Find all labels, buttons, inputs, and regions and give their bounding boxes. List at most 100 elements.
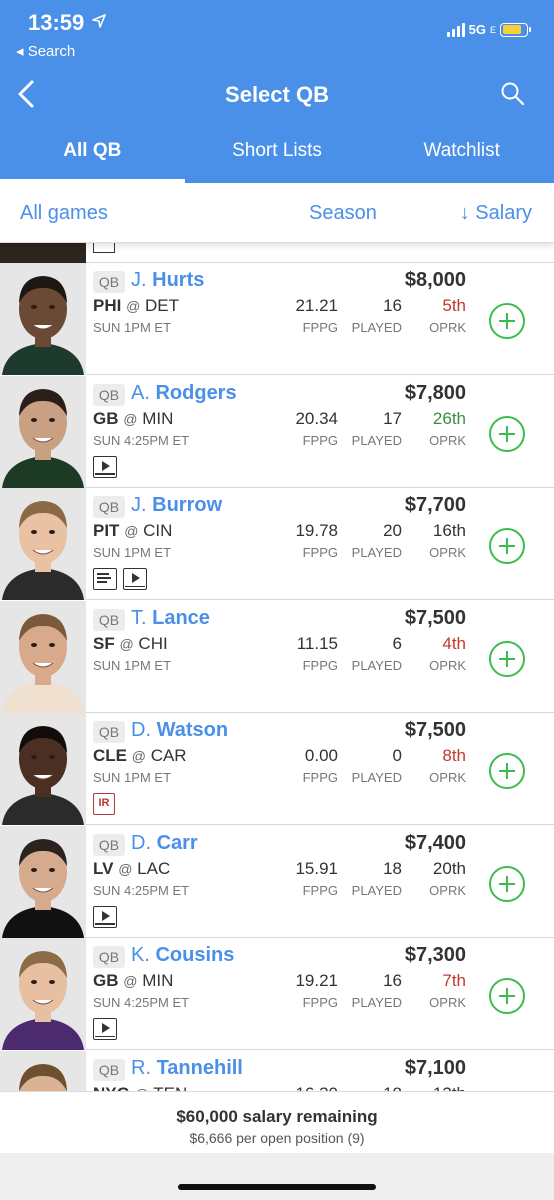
matchup: GB @ MIN <box>93 971 173 991</box>
player-badges <box>93 455 117 478</box>
video-icon[interactable] <box>93 455 117 478</box>
player-first-initial: K. <box>131 944 150 966</box>
player-row[interactable]: QB D. Carr LV @ LAC SUN 4:25PM ET $7,400 15.9… <box>0 825 554 938</box>
played-label: PLAYED <box>351 657 402 673</box>
fppg-value: 21.21 <box>295 296 338 315</box>
video-icon[interactable] <box>123 568 147 590</box>
player-last-name: Watson <box>156 719 229 741</box>
matchup: LV @ LAC <box>93 859 170 879</box>
player-first-initial: A. <box>131 381 150 404</box>
played-value: 18 <box>383 1084 402 1092</box>
fppg-label: FPPG <box>302 320 338 335</box>
matchup: CLE @ CAR <box>93 746 187 766</box>
player-row[interactable]: QB J. Hurts PHI @ DET SUN 1PM ET $8,000 21.21… <box>0 263 554 375</box>
played-label: PLAYED <box>351 770 402 785</box>
at-sign: @ <box>123 410 138 427</box>
player-row[interactable]: QB K. Cousins GB @ MIN SUN 4:25PM ET $7,300 1… <box>0 938 554 1050</box>
player-last-name: Hurts <box>152 269 205 291</box>
oprk-stat: 13th <box>433 1084 466 1092</box>
player-row[interactable]: QB T. Lance SF @ CHI SUN 1PM ET $7,500 11.15 F… <box>0 600 554 713</box>
played-stat: 16 PLAYED <box>352 296 402 335</box>
fppg-stat: 19.21 FPPG <box>295 971 338 1010</box>
at-sign: @ <box>126 298 141 314</box>
salary-remaining: $60,000 salary remaining <box>176 1107 378 1126</box>
player-name[interactable]: R. Tannehill <box>131 1057 243 1080</box>
oprk-value: 13th <box>433 1084 466 1092</box>
tab-watchlist[interactable]: Watchlist <box>369 140 554 183</box>
team-abbr: CLE <box>93 746 127 765</box>
add-player-button[interactable] <box>489 528 525 564</box>
games-filter[interactable]: All games <box>20 202 108 225</box>
oprk-value: 8th <box>442 746 466 765</box>
oprk-label: OPRK <box>429 995 466 1010</box>
played-value: 17 <box>383 408 402 428</box>
add-player-button[interactable] <box>489 303 525 339</box>
video-icon[interactable] <box>93 1018 117 1040</box>
sort-salary[interactable]: ↓ Salary <box>460 202 532 225</box>
opponent-abbr: CAR <box>150 746 187 765</box>
player-badges: IR <box>93 793 115 815</box>
player-photo <box>0 243 86 263</box>
page-title: Select QB <box>225 82 329 107</box>
oprk-value: 5th <box>442 296 466 315</box>
player-salary: $7,500 <box>404 719 466 741</box>
player-badges <box>93 568 147 590</box>
opponent-abbr: MIN <box>142 971 174 990</box>
player-last-name: Carr <box>156 831 198 854</box>
opponent-abbr: TEN <box>153 1084 187 1092</box>
at-sign: @ <box>131 748 146 764</box>
oprk-value: 16th <box>432 521 466 540</box>
player-name[interactable]: J. Burrow <box>131 494 222 517</box>
player-name[interactable]: J. Hurts <box>131 269 204 292</box>
back-to-app-link[interactable]: ◂ Search <box>16 42 75 60</box>
played-stat: 0 PLAYED <box>352 746 402 785</box>
salary-per-position: $6,666 per open position (9) <box>189 1130 365 1146</box>
player-row[interactable]: QB D. Watson CLE @ CAR SUN 1PM ET $7,500 0.00… <box>0 713 554 825</box>
team-abbr: GB <box>93 971 119 990</box>
player-row[interactable]: QB R. Tannehill NYG @ TEN $7,100 16.30 18 13th <box>0 1050 554 1092</box>
period-filter[interactable]: Season <box>309 202 377 225</box>
player-photo <box>0 825 86 938</box>
player-name[interactable]: D. Carr <box>131 832 198 855</box>
oprk-stat: 5th OPRK <box>429 296 466 335</box>
add-player-button[interactable] <box>489 415 525 452</box>
add-player-button[interactable] <box>489 865 525 902</box>
player-photo <box>0 375 86 488</box>
fppg-stat: 0.00 FPPG <box>303 746 338 785</box>
matchup: SF @ CHI <box>93 634 168 654</box>
network-suffix: E <box>489 24 496 35</box>
home-indicator[interactable] <box>178 1184 376 1190</box>
player-row[interactable]: QB J. Burrow PIT @ CIN SUN 1PM ET $7,700 19.7… <box>0 488 554 600</box>
game-time: SUN 4:25PM ET <box>93 882 190 898</box>
add-player-button[interactable] <box>489 753 525 789</box>
news-note-icon[interactable] <box>93 568 117 590</box>
player-row[interactable]: QB A. Rodgers GB @ MIN SUN 4:25PM ET $7,800 2… <box>0 375 554 488</box>
video-icon[interactable] <box>93 905 117 928</box>
player-salary: $7,500 <box>404 606 466 629</box>
video-icon[interactable] <box>93 243 115 253</box>
tab-short-lists[interactable]: Short Lists <box>185 140 370 183</box>
matchup: GB @ MIN <box>93 409 173 429</box>
player-name[interactable]: K. Cousins <box>131 944 234 967</box>
player-name[interactable]: A. Rodgers <box>131 382 237 405</box>
player-badges <box>93 905 117 928</box>
game-time: SUN 1PM ET <box>93 545 172 560</box>
add-player-button[interactable] <box>489 640 525 677</box>
opponent-abbr: MIN <box>142 408 174 428</box>
battery-icon <box>500 22 531 37</box>
player-name[interactable]: D. Watson <box>131 719 228 742</box>
opponent-abbr: CIN <box>143 521 173 540</box>
tab-all-qb[interactable]: All QB <box>0 140 185 183</box>
at-sign: @ <box>119 635 134 652</box>
player-list[interactable]: QB J. Hurts PHI @ DET SUN 1PM ET $8,000 21.21… <box>0 243 554 1091</box>
add-player-button[interactable] <box>489 978 525 1014</box>
player-name[interactable]: T. Lance <box>131 607 210 630</box>
played-stat: 18 <box>383 1084 402 1092</box>
played-value: 18 <box>383 858 402 878</box>
team-abbr: PHI <box>93 296 122 315</box>
player-last-name: Tannehill <box>156 1056 243 1079</box>
status-indicators: 5G E <box>446 22 531 37</box>
player-photo <box>0 1050 86 1091</box>
fppg-stat: 16.30 <box>295 1084 338 1092</box>
search-icon[interactable] <box>500 81 526 107</box>
